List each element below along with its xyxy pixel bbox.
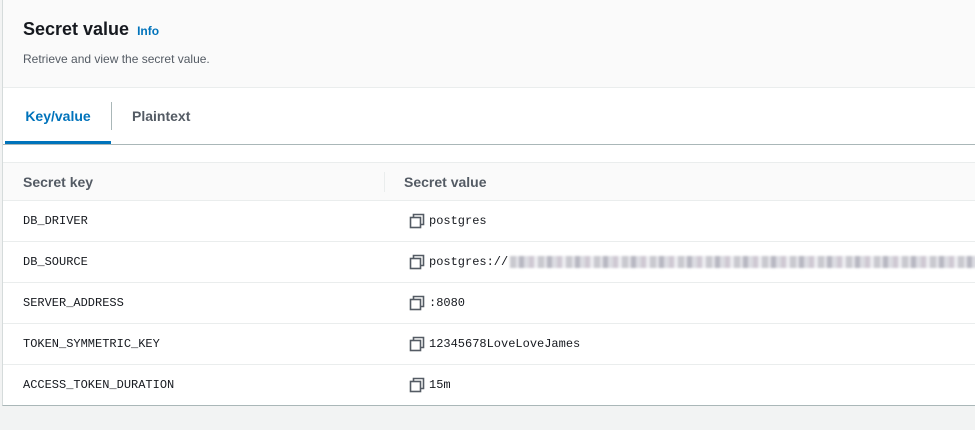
secret-key-cell: DB_DRIVER: [23, 214, 88, 228]
panel-description: Retrieve and view the secret value.: [23, 52, 210, 66]
panel-title: Secret value: [23, 19, 130, 39]
tab-divider: [111, 102, 112, 130]
secret-value-text: postgres: [429, 214, 487, 228]
table-row: ACCESS_TOKEN_DURATION 15m: [3, 365, 975, 405]
copy-icon[interactable]: [409, 254, 425, 270]
secret-value-panel: Secret value Info Retrieve and view the …: [2, 0, 975, 406]
tab-bar: Key/value Plaintext: [3, 88, 975, 145]
secret-key-cell: TOKEN_SYMMETRIC_KEY: [23, 337, 160, 351]
tab-plaintext[interactable]: Plaintext: [132, 88, 190, 144]
table-header: Secret key Secret value: [3, 163, 975, 201]
tab-key-value[interactable]: Key/value: [5, 88, 111, 144]
column-header-secret-value: Secret value: [404, 173, 487, 190]
copy-icon[interactable]: [409, 377, 425, 393]
secret-value-text: :8080: [429, 296, 466, 310]
secret-value-cell: 12345678LoveLoveJames: [409, 324, 580, 364]
secret-key-cell: SERVER_ADDRESS: [23, 296, 124, 310]
page-background: [0, 406, 975, 430]
secret-key-cell: DB_SOURCE: [23, 255, 88, 269]
secret-value-cell: postgres://: [409, 242, 975, 282]
title-row: Secret value Info: [23, 19, 159, 40]
table-row: DB_DRIVER postgres: [3, 201, 975, 242]
secret-value-text: postgres://: [429, 255, 509, 269]
table-row: TOKEN_SYMMETRIC_KEY 12345678LoveLoveJame…: [3, 324, 975, 365]
redacted-value: [510, 256, 975, 268]
secret-value-cell: 15m: [409, 365, 451, 405]
table-row: DB_SOURCE postgres://: [3, 242, 975, 283]
secret-value-text: 15m: [429, 378, 451, 392]
secret-value-cell: postgres: [409, 201, 487, 241]
secret-value-cell: :8080: [409, 283, 465, 323]
secret-value-text: 12345678LoveLoveJames: [429, 337, 581, 351]
info-link[interactable]: Info: [137, 24, 159, 38]
column-divider[interactable]: [384, 172, 385, 192]
panel-header: Secret value Info Retrieve and view the …: [3, 0, 975, 88]
copy-icon[interactable]: [409, 213, 425, 229]
column-header-secret-key: Secret key: [23, 173, 94, 190]
copy-icon[interactable]: [409, 336, 425, 352]
secret-table: Secret key Secret value DB_DRIVER postgr…: [3, 162, 975, 405]
secret-key-cell: ACCESS_TOKEN_DURATION: [23, 378, 175, 392]
table-row: SERVER_ADDRESS :8080: [3, 283, 975, 324]
copy-icon[interactable]: [409, 295, 425, 311]
